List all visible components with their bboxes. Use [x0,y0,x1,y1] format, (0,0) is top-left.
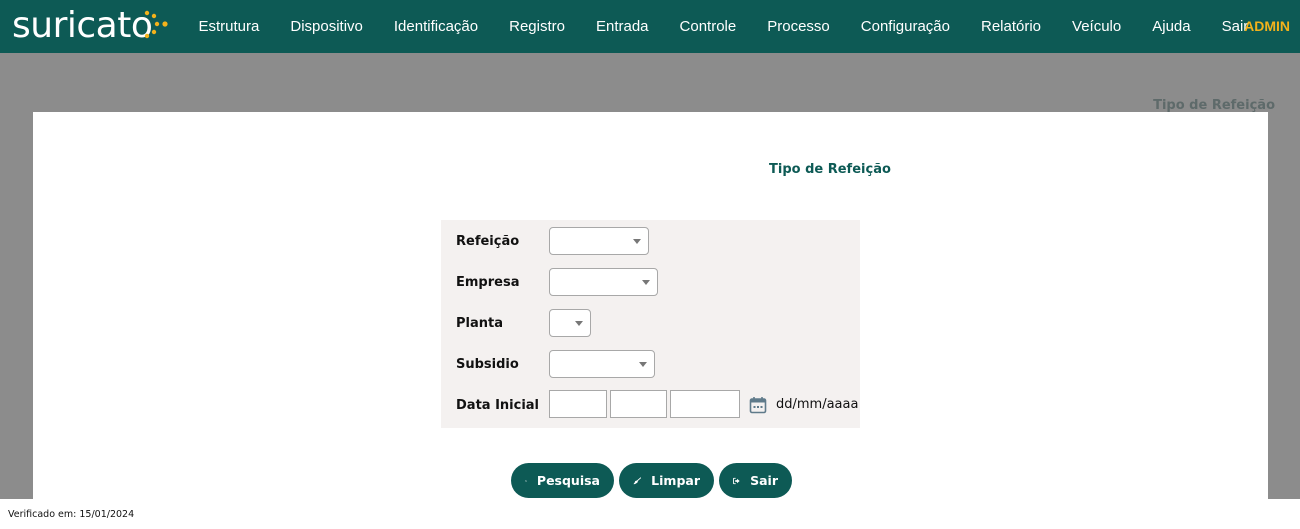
clear-button-label: Limpar [651,473,700,488]
chevron-down-icon [633,239,641,244]
chevron-down-icon [575,321,583,326]
search-button[interactable]: Pesquisa [511,463,614,498]
menu-entrada[interactable]: Entrada [580,18,664,35]
day-input[interactable] [549,390,607,418]
top-navbar: suricato Estrutura Dispositivo Identific… [0,0,1300,53]
menu-ajuda[interactable]: Ajuda [1137,18,1206,35]
menu-controle[interactable]: Controle [664,18,752,35]
month-input[interactable] [610,390,667,418]
empresa-label: Empresa [456,274,520,290]
background-page-title: Tipo de Refeição [1153,98,1275,113]
action-buttons: Pesquisa Limpar Sair [511,463,792,498]
chevron-down-icon [642,280,650,285]
refeicao-row: Refeição [441,226,860,256]
search-icon [525,479,527,482]
logo-dots-icon [144,10,168,39]
filter-dialog: Tipo de Refeição Refeição Empresa Planta [33,112,1268,499]
filter-form: Refeição Empresa Planta Subsidio Data In… [441,220,860,428]
planta-select[interactable] [549,309,591,337]
data-inicial-row: Data Inicial dd/mm/aaaa [441,390,860,420]
planta-row: Planta [441,308,860,338]
calendar-icon[interactable] [749,396,767,414]
chevron-down-icon [639,362,647,367]
date-format-hint: dd/mm/aaaa [776,397,859,412]
clear-button[interactable]: Limpar [619,463,714,498]
menu-veiculo[interactable]: Veículo [1057,18,1137,35]
subsidio-row: Subsidio [441,349,860,379]
refeicao-select[interactable] [549,227,649,255]
broom-icon [633,476,642,484]
menu-configuracao[interactable]: Configuração [845,18,965,35]
empresa-row: Empresa [441,267,860,297]
menu-dispositivo[interactable]: Dispositivo [275,18,379,35]
sign-out-icon [733,477,740,484]
subsidio-label: Subsidio [456,356,519,372]
dialog-title: Tipo de Refeição [769,162,891,177]
year-input[interactable] [670,390,740,418]
logo-text: suricato [12,5,153,46]
planta-label: Planta [456,315,503,331]
exit-button-label: Sair [750,473,778,488]
main-menu: Estrutura Dispositivo Identificação Regi… [183,0,1264,53]
menu-estrutura[interactable]: Estrutura [183,18,275,35]
menu-identificacao[interactable]: Identificação [378,18,493,35]
menu-relatorio[interactable]: Relatório [966,18,1057,35]
menu-processo[interactable]: Processo [752,18,846,35]
logo[interactable]: suricato [12,2,153,50]
refeicao-label: Refeição [456,233,520,249]
verified-date: Verificado em: 15/01/2024 [8,509,135,520]
subsidio-select[interactable] [549,350,655,378]
data-inicial-label: Data Inicial [456,397,540,413]
search-button-label: Pesquisa [536,473,600,488]
menu-registro[interactable]: Registro [494,18,581,35]
user-name[interactable]: ADMIN [1244,18,1290,34]
empresa-select[interactable] [549,268,658,296]
exit-button[interactable]: Sair [719,463,792,498]
